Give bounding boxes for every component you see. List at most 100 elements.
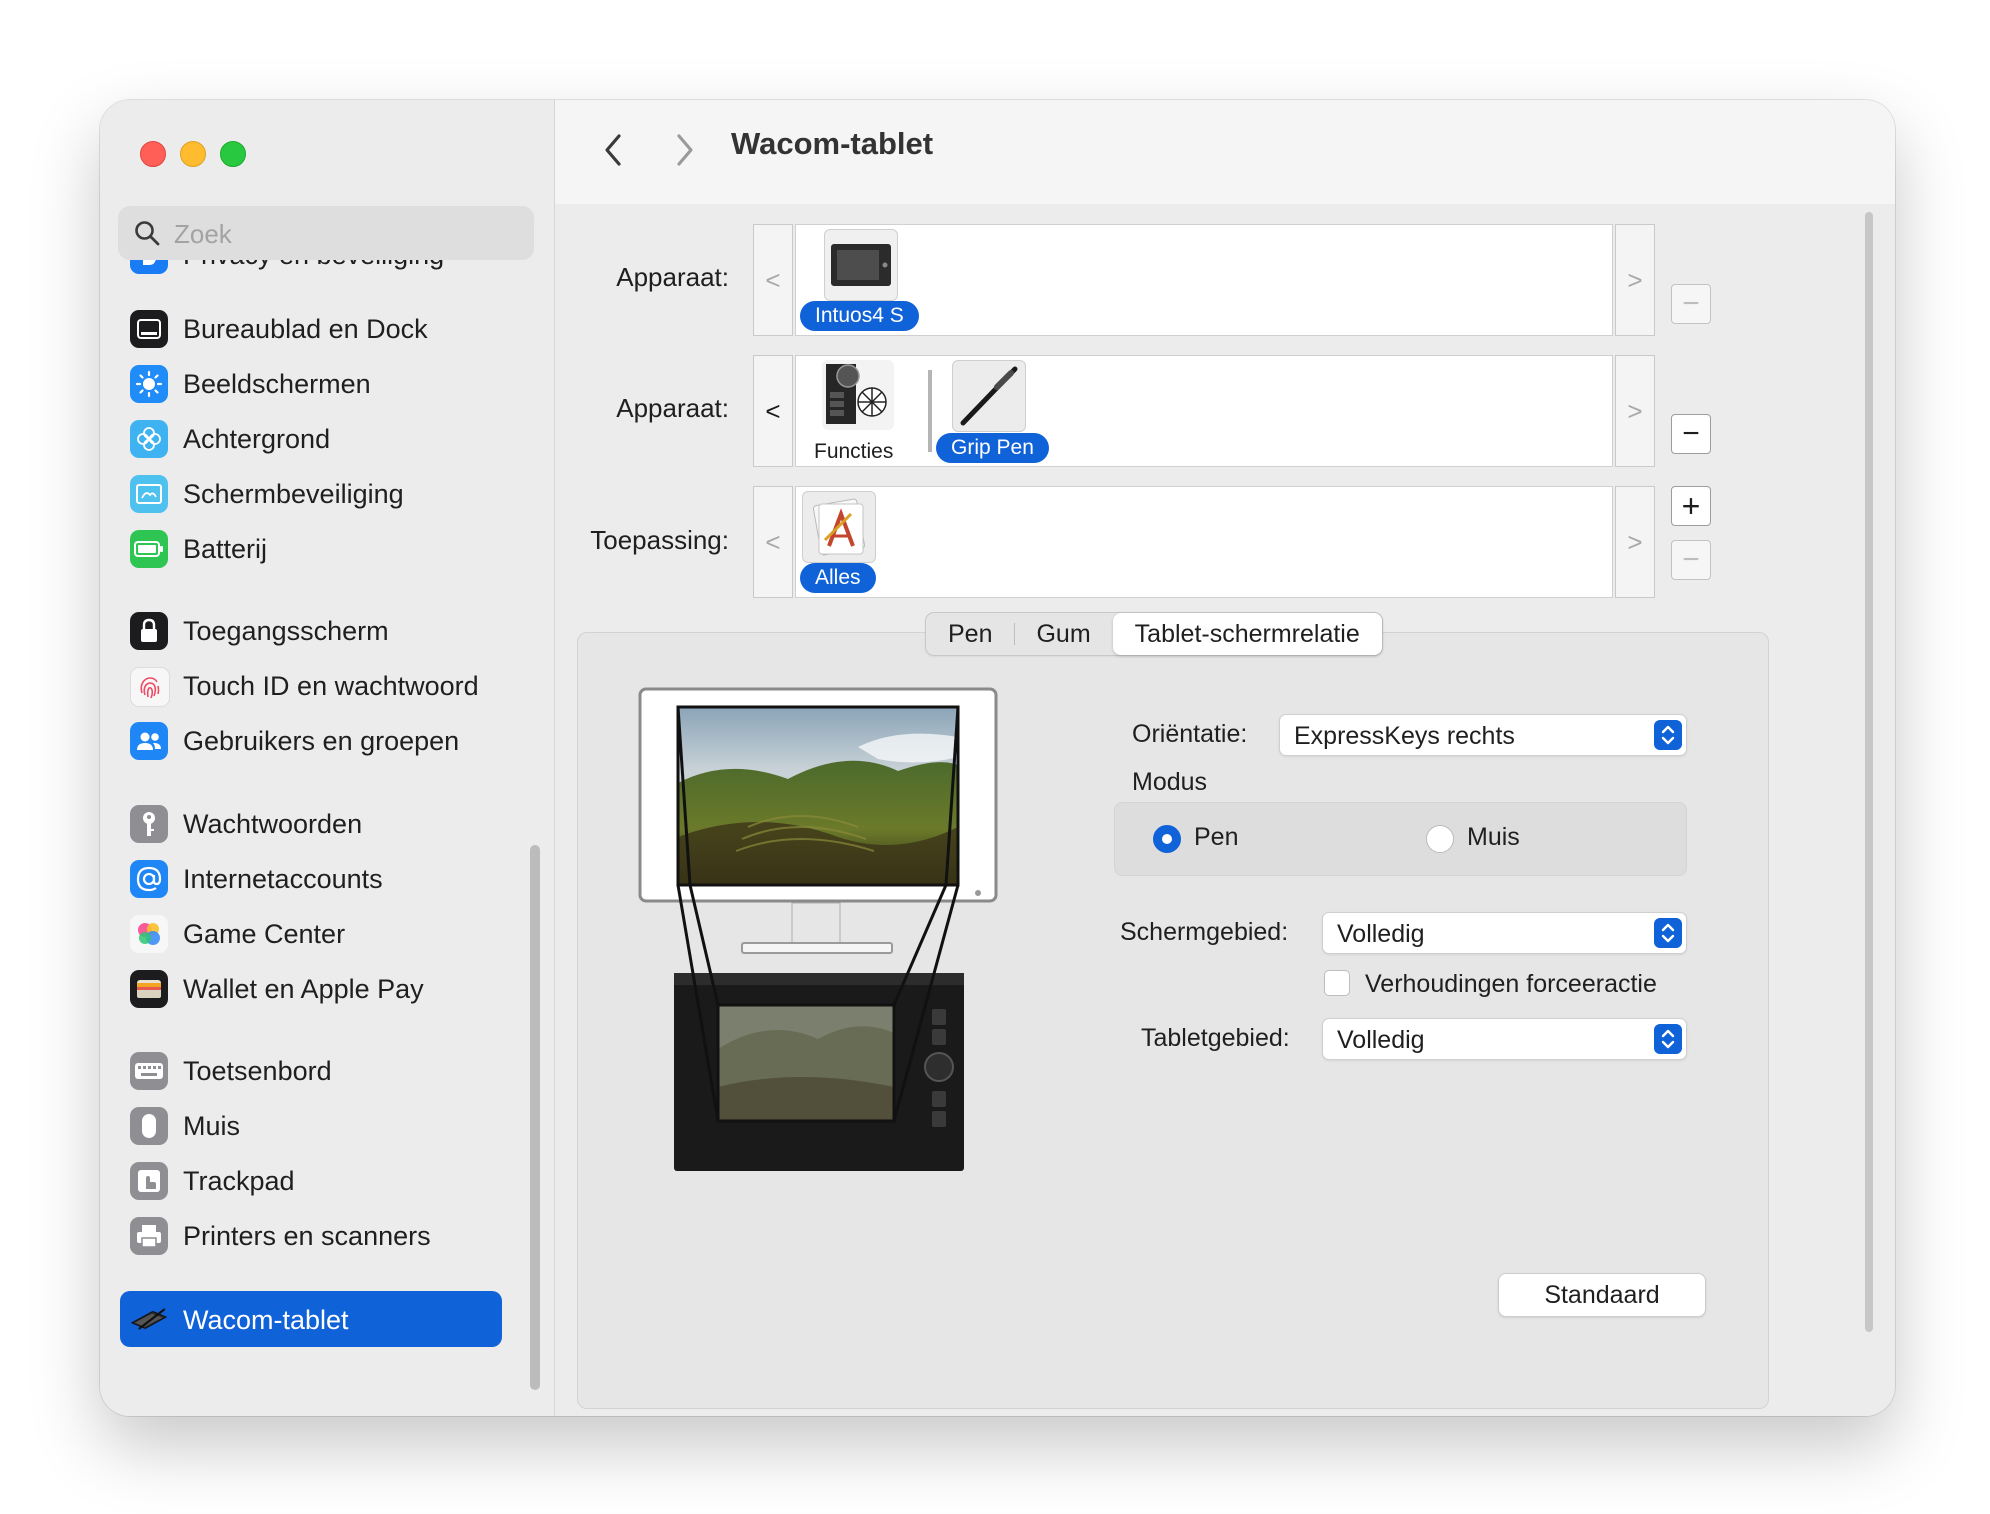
applications-folder-icon	[802, 491, 876, 563]
sidebar-item-label: Wallet en Apple Pay	[183, 974, 424, 1004]
tab-tablet-screen-mapping[interactable]: Tablet-schermrelatie	[1112, 613, 1382, 655]
sidebar-item-displays[interactable]: Beeldschermen	[120, 357, 505, 409]
mouse-icon	[130, 1107, 168, 1145]
application-strip: Alles	[795, 486, 1613, 598]
key-icon	[130, 805, 168, 843]
main-scrollbar[interactable]	[1865, 212, 1873, 1332]
sidebar-item-touch-id[interactable]: Touch ID en wachtwoord	[120, 659, 505, 711]
mode-pen-radio[interactable]	[1153, 825, 1181, 853]
device-badge: Intuos4 S	[800, 301, 919, 331]
device-prev-button[interactable]: <	[753, 224, 793, 336]
sidebar-item-internet-accounts[interactable]: Internetaccounts	[120, 852, 505, 904]
sidebar-item-printers[interactable]: Printers en scanners	[120, 1209, 505, 1261]
tool-next-button[interactable]: >	[1615, 355, 1655, 467]
sidebar-item-wallpaper[interactable]: Achtergrond	[120, 412, 505, 464]
device-next-button[interactable]: >	[1615, 224, 1655, 336]
sidebar-item-wacom-tablet[interactable]: Wacom-tablet	[120, 1291, 502, 1347]
application-next-button[interactable]: >	[1615, 486, 1655, 598]
search-field[interactable]	[118, 206, 534, 262]
wallet-icon	[130, 970, 168, 1008]
sidebar-item-lock-screen[interactable]: Toegangsscherm	[120, 604, 505, 656]
sidebar-item-keyboard[interactable]: Toetsenbord	[120, 1044, 505, 1096]
application-row-label: Toepassing:	[590, 525, 729, 555]
mode-mouse-radio[interactable]	[1426, 825, 1454, 853]
orientation-label: Oriëntatie:	[1132, 720, 1248, 748]
device-row-label: Apparaat:	[616, 262, 729, 292]
back-chevron-icon[interactable]	[599, 130, 629, 170]
sidebar-item-trackpad[interactable]: Trackpad	[120, 1154, 505, 1206]
application-add-button[interactable]: +	[1671, 486, 1711, 526]
wacom-tablet-icon	[130, 1300, 168, 1338]
tool-strip: Functies Grip Pen	[795, 355, 1613, 467]
tool-badge: Grip Pen	[936, 433, 1049, 463]
sidebar-item-label: Internetaccounts	[183, 864, 383, 894]
device-remove-button[interactable]: −	[1671, 284, 1711, 324]
tool-row-label: Apparaat:	[616, 393, 729, 423]
search-input[interactable]	[172, 206, 526, 262]
sidebar-item-label: Achtergrond	[183, 424, 331, 454]
tab-eraser[interactable]: Gum	[1014, 613, 1112, 655]
tablet-area-select[interactable]: Volledig	[1322, 1018, 1687, 1060]
tool-remove-button[interactable]: −	[1671, 414, 1711, 454]
sidebar-item-screensaver[interactable]: Schermbeveiliging	[120, 467, 505, 519]
minimize-window-button[interactable]	[180, 141, 206, 167]
tool-prev-button[interactable]: <	[753, 355, 793, 467]
sidebar-item-mouse[interactable]: Muis	[120, 1099, 505, 1151]
sidebar-item-label: Game Center	[183, 919, 346, 949]
sidebar-item-battery[interactable]: Batterij	[120, 522, 505, 574]
printer-icon	[130, 1217, 168, 1255]
sidebar-item-label: Wacom-tablet	[183, 1305, 349, 1335]
pen-icon	[952, 360, 1026, 432]
application-remove-button[interactable]: −	[1671, 540, 1711, 580]
battery-icon	[130, 530, 168, 568]
sidebar-item-privacy[interactable]: Privacy en beveiliging	[120, 260, 505, 280]
sidebar-item-label: Gebruikers en groepen	[183, 726, 460, 756]
orientation-stepper	[1654, 720, 1682, 750]
up-down-chevron-icon	[1661, 923, 1675, 943]
tablet-screen-mapping-illustration	[638, 687, 998, 1171]
tab-bar: Pen Gum Tablet-schermrelatie	[925, 612, 1383, 656]
mode-pen-label: Pen	[1194, 823, 1239, 851]
default-button[interactable]: Standaard	[1498, 1273, 1706, 1317]
sun-icon	[130, 365, 168, 403]
tab-pen[interactable]: Pen	[926, 613, 1014, 655]
screen-area-value: Volledig	[1337, 920, 1425, 948]
trackpad-icon	[130, 1162, 168, 1200]
tool-caption-functions: Functies	[814, 440, 894, 463]
sidebar-item-label: Privacy en beveiliging	[183, 260, 444, 271]
toolbar: Wacom-tablet	[555, 100, 1895, 204]
up-down-chevron-icon	[1661, 1029, 1675, 1049]
screen-area-select[interactable]: Volledig	[1322, 912, 1687, 954]
sidebar: Privacy en beveiliging Bureaublad en Doc…	[100, 100, 555, 1416]
application-prev-button[interactable]: <	[753, 486, 793, 598]
sidebar-item-desktop-dock[interactable]: Bureaublad en Dock	[120, 302, 505, 354]
sidebar-item-label: Touch ID en wachtwoord	[183, 671, 479, 701]
lock-icon	[130, 612, 168, 650]
orientation-value: ExpressKeys rechts	[1294, 722, 1515, 750]
tablet-area-value: Volledig	[1337, 1026, 1425, 1054]
sidebar-item-label: Wachtwoorden	[183, 809, 363, 839]
mode-group: Pen Muis	[1114, 802, 1687, 876]
orientation-select[interactable]: ExpressKeys rechts	[1279, 714, 1687, 756]
at-icon	[130, 860, 168, 898]
settings-window: Privacy en beveiliging Bureaublad en Doc…	[100, 100, 1895, 1416]
sidebar-item-label: Beeldschermen	[183, 369, 371, 399]
hand-icon	[130, 260, 168, 274]
zoom-window-button[interactable]	[220, 141, 246, 167]
sidebar-scrollbar[interactable]	[530, 845, 540, 1390]
screen-area-stepper	[1654, 918, 1682, 948]
mode-label: Modus	[1132, 768, 1208, 796]
sidebar-item-users-groups[interactable]: Gebruikers en groepen	[120, 714, 505, 766]
users-icon	[130, 722, 168, 760]
force-proportions-checkbox[interactable]	[1324, 970, 1350, 996]
sidebar-item-label: Toegangsscherm	[183, 616, 389, 646]
sidebar-item-passwords[interactable]: Wachtwoorden	[120, 797, 505, 849]
forward-chevron-icon[interactable]	[669, 130, 699, 170]
fingerprint-icon	[130, 667, 170, 707]
sidebar-item-game-center[interactable]: Game Center	[120, 907, 505, 959]
search-icon	[135, 221, 160, 246]
keyboard-icon	[130, 1052, 168, 1090]
screensaver-icon	[130, 475, 168, 513]
close-window-button[interactable]	[140, 141, 166, 167]
sidebar-item-wallet[interactable]: Wallet en Apple Pay	[120, 962, 505, 1014]
